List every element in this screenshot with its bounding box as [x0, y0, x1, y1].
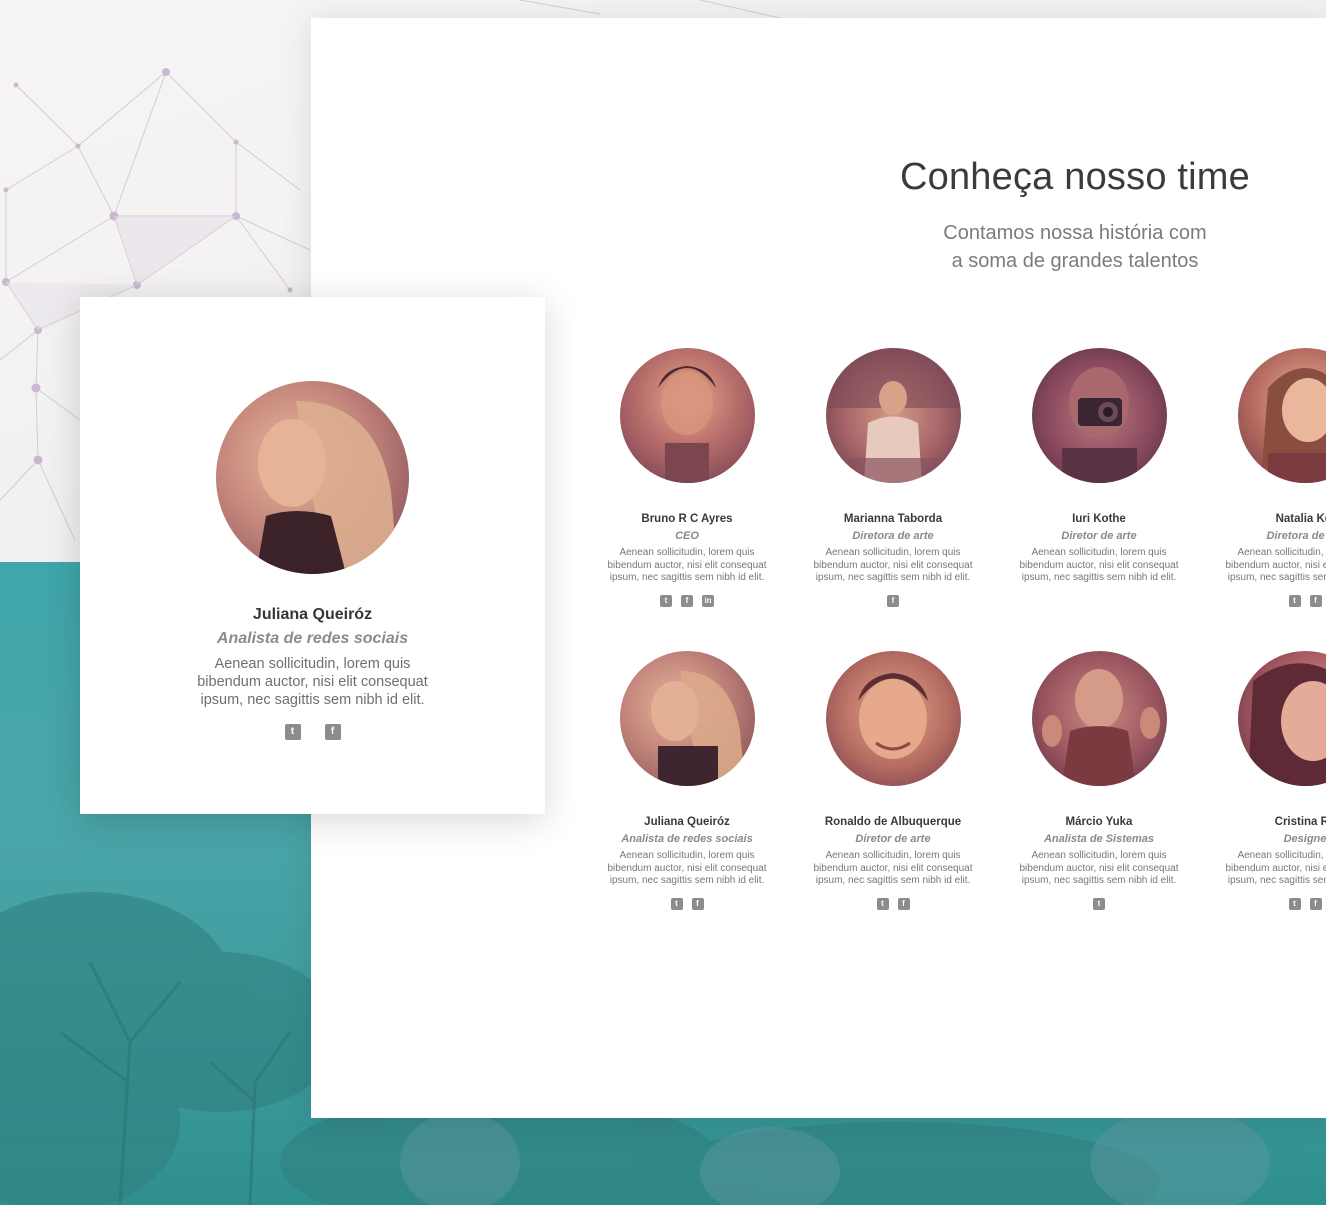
avatar[interactable] — [825, 348, 961, 483]
member-description: Aenean sollicitudin, lorem quisbibendum … — [607, 850, 767, 886]
facebook-icon[interactable]: f — [897, 897, 910, 910]
facebook-icon[interactable]: f — [1309, 897, 1322, 910]
member-social: t f — [1210, 594, 1326, 609]
member-social: t — [1004, 897, 1194, 912]
twitter-icon[interactable]: t — [1093, 897, 1105, 910]
team-member-card: Cristina Ra Designe Aenean sollicitudin,… — [1210, 651, 1326, 912]
avatar[interactable] — [1031, 348, 1167, 483]
featured-member-card[interactable]: Juliana Queiróz Analista de redes sociai… — [80, 297, 545, 814]
team-member-card: Bruno R C Ayres CEO Aenean sollicitudin,… — [592, 348, 782, 609]
featured-name: Juliana Queiróz — [252, 606, 373, 623]
member-name: Ronaldo de Albuquerque — [824, 816, 962, 828]
member-social: t f — [798, 897, 988, 912]
member-role: Designe — [1283, 833, 1326, 845]
member-role: CEO — [675, 530, 699, 542]
twitter-icon[interactable]: t — [876, 897, 889, 910]
member-role: Diretor de arte — [1061, 530, 1137, 542]
section-title: Conheça nosso time — [899, 156, 1251, 198]
member-social: t f — [1210, 897, 1326, 912]
member-name: Cristina Ra — [1274, 816, 1326, 828]
linkedin-icon[interactable]: in — [702, 594, 714, 607]
avatar[interactable] — [1237, 651, 1326, 786]
avatar[interactable] — [1031, 651, 1167, 786]
facebook-icon[interactable]: f — [1309, 594, 1322, 607]
team-member-card: Marianna Taborda Diretora de arte Aenean… — [798, 348, 988, 609]
facebook-icon[interactable]: f — [691, 897, 704, 910]
featured-avatar[interactable] — [216, 381, 409, 574]
member-role: Analista de redes sociais — [621, 833, 753, 845]
team-member-card: Juliana Queiróz Analista de redes sociai… — [592, 651, 782, 912]
member-name: Marianna Taborda — [843, 513, 943, 525]
section-subtitle: Contamos nossa história com a soma de gr… — [885, 219, 1265, 275]
avatar[interactable] — [825, 651, 961, 786]
facebook-icon[interactable]: f — [324, 724, 341, 740]
member-role: Analista de Sistemas — [1043, 833, 1155, 845]
member-role: Diretora de arte — [852, 530, 934, 542]
featured-description: Aenean sollicitudin, lorem quis bibendum… — [197, 656, 428, 708]
team-member-card: Márcio Yuka Analista de Sistemas Aenean … — [1004, 651, 1194, 912]
team-member-card: Natalia Kel Diretora de ma Aenean sollic… — [1210, 348, 1326, 609]
featured-social: t f — [80, 724, 545, 740]
member-name: Bruno R C Ayres — [641, 513, 733, 525]
member-description: Aenean sollicitudin, lorem quisbibendum … — [1225, 850, 1326, 886]
team-member-card: Iuri Kothe Diretor de arte Aenean sollic… — [1004, 348, 1194, 609]
member-description: Aenean sollicitudin, lorem quisbibendum … — [1019, 850, 1179, 886]
member-description: Aenean sollicitudin, lorem quisbibendum … — [607, 547, 767, 583]
twitter-icon[interactable]: t — [1288, 594, 1301, 607]
member-description: Aenean sollicitudin, lorem quisbibendum … — [1225, 547, 1326, 583]
member-description: Aenean sollicitudin, lorem quisbibendum … — [813, 547, 973, 583]
member-name: Juliana Queiróz — [644, 816, 730, 828]
member-social: t f — [592, 897, 782, 912]
avatar[interactable] — [619, 651, 755, 786]
member-social: t f in — [592, 594, 782, 609]
team-member-card: Ronaldo de Albuquerque Diretor de arte A… — [798, 651, 988, 912]
subtitle-line-2: a soma de grandes talentos — [951, 250, 1199, 272]
facebook-icon[interactable]: f — [681, 594, 693, 607]
member-social — [1004, 595, 1194, 609]
member-social: f — [798, 594, 988, 609]
member-role: Diretora de ma — [1266, 530, 1326, 542]
featured-role: Analista de redes sociais — [216, 630, 409, 647]
avatar[interactable] — [619, 348, 755, 483]
subtitle-line-1: Contamos nossa história com — [943, 222, 1207, 244]
member-name: Iuri Kothe — [1072, 513, 1126, 525]
member-description: Aenean sollicitudin, lorem quisbibendum … — [813, 850, 973, 886]
facebook-icon[interactable]: f — [887, 594, 899, 607]
avatar[interactable] — [1237, 348, 1326, 483]
twitter-icon[interactable]: t — [660, 594, 672, 607]
member-name: Natalia Kel — [1275, 513, 1326, 525]
twitter-icon[interactable]: t — [670, 897, 683, 910]
twitter-icon[interactable]: t — [284, 724, 301, 740]
twitter-icon[interactable]: t — [1288, 897, 1301, 910]
member-name: Márcio Yuka — [1065, 816, 1133, 828]
member-description: Aenean sollicitudin, lorem quisbibendum … — [1019, 547, 1179, 583]
member-role: Diretor de arte — [855, 833, 931, 845]
